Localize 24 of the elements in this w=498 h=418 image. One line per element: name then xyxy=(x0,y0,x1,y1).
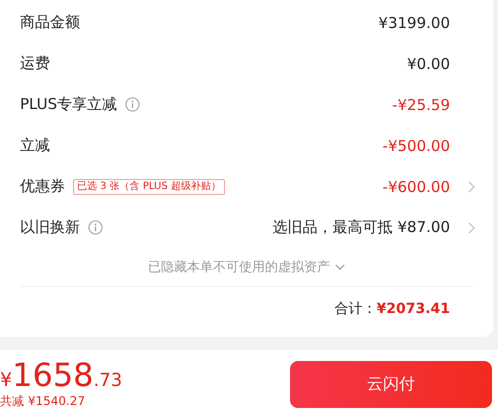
coupon-tag: 已选 3 张（含 PLUS 超级补贴） xyxy=(73,178,225,194)
row-label: 商品金额 xyxy=(20,13,80,32)
row-value: ¥0.00 xyxy=(407,54,450,72)
chevron-down-icon[interactable] xyxy=(335,264,345,270)
row-label: 运费 xyxy=(20,54,50,73)
row-value: 选旧品，最高可抵 ¥87.00 xyxy=(272,218,450,237)
row-value: -¥600.00 xyxy=(382,178,450,196)
payable-price: ¥1658.73 xyxy=(0,358,122,390)
row-label: PLUS专享立减 xyxy=(20,95,118,114)
hidden-assets-note[interactable]: 已隐藏本单不可使用的虚拟资产 xyxy=(148,258,330,276)
pay-button[interactable]: 云闪付 xyxy=(290,360,492,408)
row-value: ¥3199.00 xyxy=(378,14,450,32)
total-label: 合计： xyxy=(334,300,376,318)
info-icon[interactable] xyxy=(125,97,140,112)
row-label: 优惠券 xyxy=(20,177,65,196)
row-value: -¥500.00 xyxy=(382,136,450,154)
total-value: ¥2073.41 xyxy=(376,301,450,317)
chevron-right-icon[interactable] xyxy=(468,180,475,192)
chevron-right-icon[interactable] xyxy=(468,222,475,234)
saved-amount: 共减 ¥1540.27 xyxy=(0,392,86,410)
row-label: 以旧换新 xyxy=(20,218,80,237)
info-icon[interactable] xyxy=(88,220,103,235)
row-value: -¥25.59 xyxy=(392,96,450,114)
row-label: 立减 xyxy=(20,136,50,155)
